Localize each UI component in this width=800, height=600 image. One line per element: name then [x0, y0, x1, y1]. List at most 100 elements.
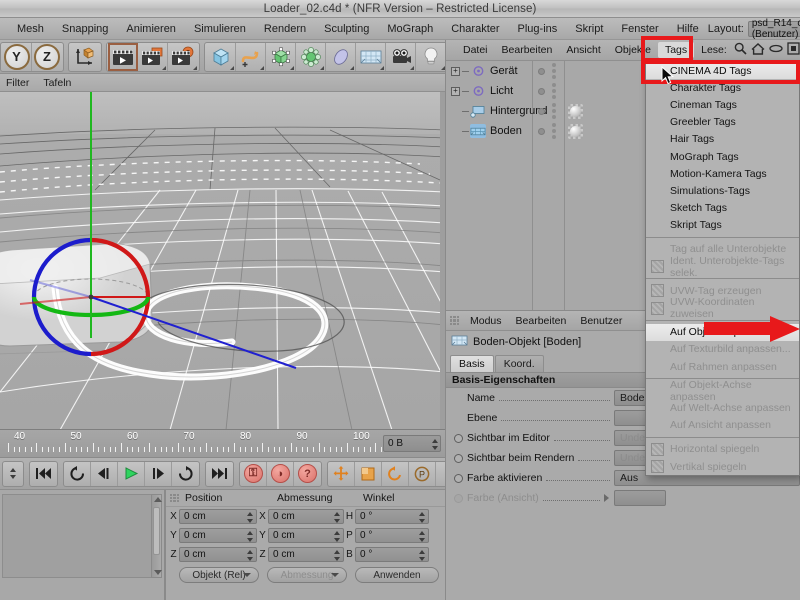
- fullscreen-icon[interactable]: [787, 42, 800, 58]
- record-key-icon[interactable]: ⚿: [240, 461, 267, 486]
- spline-pen-icon[interactable]: [236, 42, 266, 71]
- light-icon[interactable]: [416, 43, 446, 71]
- tag-dot-stack[interactable]: [552, 83, 556, 99]
- main-menu-item-snapping[interactable]: Snapping: [53, 21, 118, 37]
- tags-menu-item-cinema-4d-tags[interactable]: CINEMA 4D Tags: [646, 62, 799, 80]
- camera-icon[interactable]: [386, 42, 416, 71]
- coordinate-mode-button[interactable]: Objekt (Rel): [179, 567, 259, 583]
- step-forward-icon[interactable]: [145, 461, 172, 486]
- tags-menu-item-vertikal-spiegeln[interactable]: Vertikal spiegeln: [646, 458, 799, 475]
- tags-menu-item-charakter-tags[interactable]: Charakter Tags: [646, 79, 799, 96]
- keyframe-selection-icon[interactable]: ?: [294, 462, 321, 486]
- timeline-ruler[interactable]: 40 50 60 70 80 90 100 0 B: [0, 430, 445, 458]
- axis-lock-y-button[interactable]: Y: [2, 42, 32, 71]
- tags-menu-item-skript-tags[interactable]: Skript Tags: [646, 217, 799, 234]
- tag-dot-stack[interactable]: [552, 103, 556, 119]
- home-icon[interactable]: [751, 42, 765, 58]
- tags-menu-item-simulations-tags[interactable]: Simulations-Tags: [646, 182, 799, 199]
- tags-menu-item-auf-welt-achse-anpassen[interactable]: Auf Welt-Achse anpassen: [646, 399, 799, 416]
- expand-icon[interactable]: +: [451, 66, 460, 76]
- stepper-icon[interactable]: [334, 512, 340, 523]
- scale-key-icon[interactable]: [355, 461, 382, 486]
- autokey-icon[interactable]: ◑: [267, 461, 294, 486]
- main-menu-item-simulieren[interactable]: Simulieren: [185, 21, 255, 37]
- goto-end-icon[interactable]: [206, 462, 233, 486]
- tags-menu-item-uvw-koordinaten-zuweisen[interactable]: UVW-Koordinaten zuweisen: [646, 296, 799, 320]
- scroll-down-icon[interactable]: [154, 570, 162, 575]
- coordinate-apply-button[interactable]: Anwenden: [355, 567, 439, 583]
- size-z-field[interactable]: 0 cm: [268, 547, 344, 562]
- panel-grip-icon[interactable]: [450, 46, 452, 55]
- attribute-tab-koord[interactable]: Koord.: [494, 355, 544, 372]
- tags-menu-item-sketch-tags[interactable]: Sketch Tags: [646, 200, 799, 217]
- attribute-menu-bearbeiten[interactable]: Bearbeiten: [509, 313, 574, 329]
- size-y-field[interactable]: 0 cm: [268, 528, 344, 543]
- scroll-up-icon[interactable]: [154, 497, 162, 502]
- play-backwards-loop-icon[interactable]: [64, 461, 91, 486]
- property-field-farbe-ansicht[interactable]: [614, 490, 666, 506]
- stepper-icon[interactable]: [334, 531, 340, 542]
- stepper-icon[interactable]: [334, 550, 340, 561]
- scrollbar-thumb[interactable]: [153, 507, 160, 555]
- position-z-field[interactable]: 0 cm: [179, 547, 257, 562]
- attribute-menu-modus[interactable]: Modus: [463, 313, 509, 329]
- object-menu-ansicht[interactable]: Ansicht: [559, 42, 607, 58]
- visibility-dots[interactable]: [538, 123, 556, 139]
- tags-menu-item-auf-rahmen-anpassen[interactable]: Auf Rahmen anpassen: [646, 358, 799, 375]
- layout-dropdown[interactable]: psd_R14_c4d (Benutzer): [747, 18, 800, 40]
- deformer-icon[interactable]: [296, 42, 326, 71]
- floor-object-icon[interactable]: [356, 42, 386, 71]
- expand-arrow-icon[interactable]: [604, 494, 609, 502]
- main-menu-item-sculpting[interactable]: Sculpting: [315, 21, 378, 37]
- material-manager[interactable]: [0, 490, 165, 600]
- main-menu-item-mesh[interactable]: Mesh: [8, 21, 53, 37]
- main-menu-item-skript[interactable]: Skript: [566, 21, 612, 37]
- visibility-dot-icon[interactable]: [538, 127, 545, 135]
- rotation-h-field[interactable]: 0 °: [355, 509, 429, 524]
- stepper-icon[interactable]: [247, 550, 253, 561]
- render-view-icon[interactable]: [108, 42, 138, 71]
- main-menu-item-charakter[interactable]: Charakter: [442, 21, 508, 37]
- visibility-dot-icon[interactable]: [538, 67, 545, 75]
- main-menu-item-hilfe[interactable]: Hilfe: [668, 21, 708, 37]
- visibility-dots[interactable]: [538, 103, 556, 119]
- tags-menu-item-auf-objekt-achse-anpassen[interactable]: Auf Objekt-Achse anpassen: [646, 379, 799, 403]
- step-back-icon[interactable]: [91, 461, 118, 486]
- stepper-icon[interactable]: [247, 512, 253, 523]
- tags-menu-item-greebler-tags[interactable]: Greebler Tags: [646, 114, 799, 131]
- stepper-icon[interactable]: [419, 531, 425, 542]
- tags-menu-item-mograph-tags[interactable]: MoGraph Tags: [646, 148, 799, 165]
- object-menu-bearbeiten[interactable]: Bearbeiten: [495, 42, 560, 58]
- search-icon[interactable]: [734, 42, 747, 58]
- panel-grip-icon[interactable]: [170, 493, 179, 503]
- tags-menu-item-motion-kamera-tags[interactable]: Motion-Kamera Tags: [646, 165, 799, 182]
- tags-menu-item-cineman-tags[interactable]: Cineman Tags: [646, 96, 799, 113]
- property-radio-farbe-aktivieren[interactable]: [454, 473, 463, 483]
- size-x-field[interactable]: 0 cm: [268, 509, 344, 524]
- tags-menu-item-ident-unterobjekte-tags-selek[interactable]: Ident. Unterobjekte-Tags selek.: [646, 255, 799, 279]
- expand-icon[interactable]: +: [451, 86, 460, 96]
- visibility-dot-icon[interactable]: [538, 107, 545, 115]
- position-x-field[interactable]: 0 cm: [179, 509, 257, 524]
- tags-menu-item-auf-texturbild-anpassen[interactable]: Auf Texturbild anpassen...: [646, 341, 799, 358]
- object-menu-objekte[interactable]: Objekte: [608, 42, 658, 58]
- material-tag-icon[interactable]: [568, 103, 583, 119]
- viewport-3d[interactable]: [0, 92, 445, 430]
- current-frame-stepper[interactable]: [3, 462, 23, 486]
- attribute-tab-basis[interactable]: Basis: [450, 355, 494, 372]
- viewport-panels-menu[interactable]: Tafeln: [43, 77, 71, 89]
- tags-dropdown-menu[interactable]: CINEMA 4D Tags Charakter Tags Cineman Tags…: [645, 62, 800, 477]
- material-scrollbar[interactable]: [151, 494, 162, 578]
- viewport-filter-menu[interactable]: Filter: [6, 77, 29, 89]
- stepper-icon[interactable]: [419, 512, 425, 523]
- tag-dot-stack[interactable]: [552, 123, 556, 139]
- property-radio-farbe-ansicht[interactable]: [454, 493, 463, 503]
- property-radio-sichtbar-beim-rendern[interactable]: [454, 453, 463, 463]
- rotation-p-field[interactable]: 0 °: [355, 528, 429, 543]
- material-list[interactable]: [2, 494, 152, 578]
- tag-dot-stack[interactable]: [552, 63, 556, 79]
- main-menu-item-plug-ins[interactable]: Plug-ins: [509, 21, 567, 37]
- stepper-icon[interactable]: [419, 550, 425, 561]
- goto-start-icon[interactable]: [30, 462, 57, 486]
- property-radio-sichtbar-im-editor[interactable]: [454, 433, 463, 443]
